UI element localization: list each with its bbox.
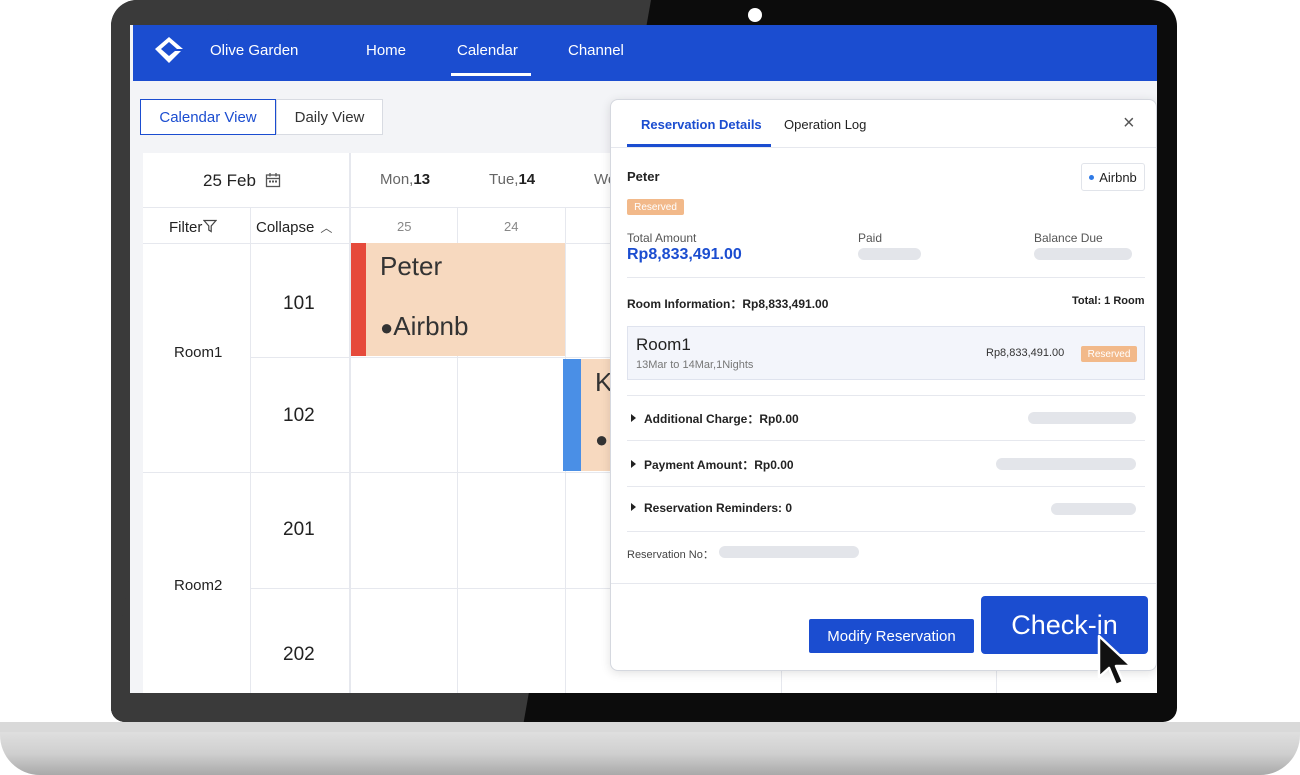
booking-source-dot: ● [595, 427, 609, 452]
collapse-button[interactable]: Collapse ︿ [256, 219, 332, 236]
reservation-details-panel: Reservation Details Operation Log × Pete… [610, 99, 1157, 671]
booking-block-peter[interactable]: Peter ●Airbnb [351, 243, 565, 356]
divider [627, 395, 1145, 396]
nav-calendar[interactable]: Calendar [457, 42, 518, 59]
room-total: Total: 1 Room [1072, 295, 1145, 307]
day-of-week: Mon, [380, 171, 414, 188]
source-label: Airbnb [1099, 169, 1137, 185]
room-card[interactable]: Room1 13Mar to 14Mar,1Nights Rp8,833,491… [627, 326, 1145, 380]
caret-right-icon [631, 503, 636, 511]
room-type-name: Room2 [174, 577, 223, 594]
source-tag: Airbnb [1081, 163, 1145, 191]
room-card-price: Rp8,833,491.00 [986, 347, 1065, 359]
balance-due-label: Balance Due [1034, 231, 1103, 245]
room-type-name: Room1 [174, 344, 223, 361]
day-number-cell: 25 [397, 219, 412, 234]
calendar-view-button[interactable]: Calendar View [140, 99, 276, 135]
additional-charge-label: Additional Charge：Rp0.00 [644, 412, 799, 426]
divider [627, 277, 1145, 278]
source-dot [1089, 174, 1095, 180]
room-card-dates: 13Mar to 14Mar,1Nights [636, 359, 754, 371]
reservation-no-placeholder [719, 546, 859, 558]
payment-amount-label: Payment Amount：Rp0.00 [644, 458, 794, 472]
total-amount-label: Total Amount [627, 231, 697, 245]
caret-right-icon [631, 460, 636, 468]
close-icon[interactable]: × [1123, 112, 1135, 135]
room-card-name: Room1 [636, 335, 691, 354]
status-badge: Reserved [627, 199, 684, 215]
day-header: Tue,14 [489, 171, 535, 188]
chevron-up-icon: ︿ [320, 221, 333, 235]
grid-line [250, 207, 251, 693]
divider [627, 486, 1145, 487]
room-number: 201 [283, 519, 315, 540]
date-label: 25 Feb [203, 171, 256, 190]
room-information-title: Room Information：Rp8,833,491.00 [627, 297, 829, 311]
daily-view-button[interactable]: Daily View [276, 99, 383, 135]
laptop-base [0, 722, 1300, 775]
reservation-reminders-label: Reservation Reminders: 0 [644, 501, 793, 515]
grid-line [349, 153, 351, 693]
tab-reservation-details[interactable]: Reservation Details [641, 117, 762, 132]
caret-right-icon [631, 414, 636, 422]
booking-guest: Peter [380, 251, 443, 281]
paid-value-placeholder [858, 248, 921, 260]
placeholder-bar [1028, 412, 1136, 424]
day-of-week: Tue, [489, 171, 519, 188]
placeholder-bar [996, 458, 1136, 470]
room-number: 202 [283, 644, 315, 665]
day-number-cell: 24 [504, 219, 519, 234]
camera-dot [748, 8, 762, 22]
balance-value-placeholder [1034, 248, 1132, 260]
brand-name: Olive Garden [210, 42, 299, 59]
booking-source: ●Airbnb [380, 311, 469, 341]
divider [611, 147, 1156, 148]
placeholder-bar [1051, 503, 1136, 515]
filter-button[interactable]: Filter [169, 219, 218, 236]
divider [611, 583, 1156, 584]
booking-color-bar [351, 243, 366, 356]
app-screen: Olive Garden Home Calendar Channel Calen… [130, 25, 1157, 693]
day-number: 14 [518, 171, 536, 188]
date-picker[interactable]: 25 Feb [203, 171, 281, 191]
top-nav-bar: Olive Garden Home Calendar Channel [133, 25, 1157, 81]
mouse-pointer-icon [1097, 634, 1133, 687]
calendar-icon [265, 173, 280, 188]
nav-home[interactable]: Home [366, 42, 406, 59]
paid-label: Paid [858, 231, 883, 245]
divider [627, 440, 1145, 441]
additional-charge-row[interactable]: Additional Charge：Rp0.00 [631, 410, 799, 427]
divider [627, 531, 1145, 532]
reservation-no-label: Reservation No： [627, 549, 714, 561]
laptop-mockup: Olive Garden Home Calendar Channel Calen… [0, 0, 1300, 775]
modify-reservation-button[interactable]: Modify Reservation [809, 619, 974, 653]
logo-icon[interactable] [149, 33, 189, 73]
room-number: 102 [283, 405, 315, 426]
filter-label: Filter [169, 219, 203, 236]
day-number: 13 [413, 171, 431, 188]
room-number: 101 [283, 293, 315, 314]
day-header: Mon,13 [380, 171, 430, 188]
collapse-label: Collapse [256, 219, 315, 236]
booking-color-bar [563, 359, 581, 471]
filter-icon [203, 219, 218, 233]
nav-channel[interactable]: Channel [568, 42, 624, 59]
reservation-reminders-row[interactable]: Reservation Reminders: 0 [631, 501, 792, 515]
payment-amount-row[interactable]: Payment Amount：Rp0.00 [631, 456, 794, 473]
booking-source-label: Airbnb [393, 311, 469, 341]
nav-active-indicator [451, 73, 531, 76]
guest-name: Peter [627, 169, 660, 184]
tab-operation-log[interactable]: Operation Log [784, 117, 866, 132]
total-amount-value: Rp8,833,491.00 [627, 246, 742, 263]
room-status-badge: Reserved [1081, 346, 1137, 362]
